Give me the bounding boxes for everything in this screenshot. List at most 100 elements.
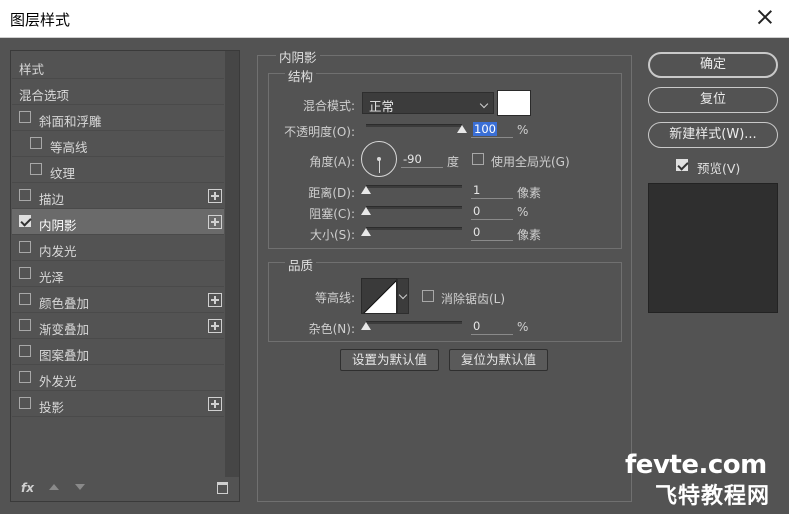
style-item-4[interactable]: 纹理 — [12, 157, 224, 183]
opacity-unit: % — [517, 123, 529, 137]
style-item-13[interactable]: 投影 — [12, 391, 224, 417]
style-item-checkbox[interactable] — [19, 215, 31, 227]
preview-label: 预览(V) — [697, 161, 741, 176]
ok-button[interactable]: 确定 — [648, 52, 778, 78]
style-item-label: 斜面和浮雕 — [39, 114, 102, 129]
choke-slider-handle[interactable] — [361, 207, 371, 215]
size-value: 0 — [473, 225, 481, 239]
opacity-slider[interactable] — [366, 124, 462, 127]
choke-unit: % — [517, 205, 529, 219]
style-item-1[interactable]: 混合选项 — [12, 79, 224, 105]
style-item-checkbox[interactable] — [30, 163, 42, 175]
quality-title: 品质 — [285, 255, 317, 274]
style-item-5[interactable]: 描边 — [12, 183, 224, 209]
style-item-label: 样式 — [19, 62, 45, 77]
distance-slider[interactable] — [366, 185, 462, 188]
style-item-checkbox[interactable] — [19, 189, 31, 201]
style-item-label: 内阴影 — [39, 218, 77, 233]
style-item-label: 投影 — [39, 400, 65, 415]
style-item-label: 图案叠加 — [39, 348, 90, 363]
chevron-down-icon — [479, 99, 489, 109]
style-item-6[interactable]: 内阴影 — [12, 209, 224, 235]
style-item-checkbox[interactable] — [19, 267, 31, 279]
style-item-checkbox[interactable] — [19, 293, 31, 305]
size-unit: 像素 — [517, 228, 542, 242]
anti-alias-checkbox[interactable] — [422, 290, 434, 302]
style-item-checkbox[interactable] — [19, 319, 31, 331]
distance-value: 1 — [473, 183, 481, 197]
contour-label: 等高线: — [314, 291, 355, 305]
style-item-checkbox[interactable] — [30, 137, 42, 149]
style-item-label: 渐变叠加 — [39, 322, 90, 337]
global-light-checkbox[interactable] — [472, 153, 484, 165]
angle-dial[interactable] — [361, 141, 397, 177]
style-item-checkbox[interactable] — [19, 111, 31, 123]
noise-input[interactable]: 0 — [471, 319, 513, 335]
reset-button[interactable]: 复位 — [648, 87, 778, 113]
noise-unit: % — [517, 320, 529, 334]
move-up-icon[interactable] — [49, 484, 59, 490]
choke-input[interactable]: 0 — [471, 204, 513, 220]
choke-label: 阻塞(C): — [309, 207, 355, 221]
style-item-9[interactable]: 颜色叠加 — [12, 287, 224, 313]
anti-alias-label: 消除锯齿(L) — [441, 292, 506, 306]
fx-icon[interactable]: fx — [21, 481, 34, 495]
style-item-7[interactable]: 内发光 — [12, 235, 224, 261]
style-item-0[interactable]: 样式 — [12, 53, 224, 79]
opacity-slider-handle[interactable] — [457, 125, 467, 133]
angle-center-dot — [377, 157, 381, 161]
style-list-panel: 样式混合选项斜面和浮雕等高线纹理描边内阴影内发光光泽 颜色叠加渐变叠加图案叠加外发… — [10, 50, 240, 502]
distance-unit: 像素 — [517, 186, 542, 200]
opacity-input[interactable]: 100 — [471, 122, 513, 138]
add-effect-icon[interactable] — [208, 319, 222, 333]
size-slider-handle[interactable] — [361, 228, 371, 236]
style-item-11[interactable]: 图案叠加 — [12, 339, 224, 365]
blend-mode-select[interactable]: 正常 — [362, 92, 494, 114]
style-item-checkbox[interactable] — [19, 345, 31, 357]
contour-preview[interactable] — [361, 278, 397, 314]
style-item-checkbox[interactable] — [19, 397, 31, 409]
style-item-label: 内发光 — [39, 244, 77, 259]
move-down-icon[interactable] — [75, 484, 85, 490]
distance-label: 距离(D): — [308, 186, 355, 200]
reset-default-button[interactable]: 复位为默认值 — [449, 349, 548, 371]
size-slider[interactable] — [366, 227, 462, 230]
style-item-12[interactable]: 外发光 — [12, 365, 224, 391]
noise-value: 0 — [473, 319, 481, 333]
add-effect-icon[interactable] — [208, 397, 222, 411]
trash-icon[interactable] — [217, 482, 228, 494]
make-default-button[interactable]: 设置为默认值 — [340, 349, 439, 371]
add-effect-icon[interactable] — [208, 189, 222, 203]
shadow-color-swatch[interactable] — [497, 90, 531, 116]
contour-curve-icon — [362, 279, 396, 313]
style-item-3[interactable]: 等高线 — [12, 131, 224, 157]
style-item-10[interactable]: 渐变叠加 — [12, 313, 224, 339]
preview-checkbox[interactable] — [676, 159, 688, 171]
blend-mode-label: 混合模式: — [302, 99, 355, 113]
style-item-checkbox[interactable] — [19, 241, 31, 253]
angle-unit: 度 — [447, 155, 460, 169]
new-style-button[interactable]: 新建样式(W)... — [648, 122, 778, 148]
size-input[interactable]: 0 — [471, 225, 513, 241]
style-item-2[interactable]: 斜面和浮雕 — [12, 105, 224, 131]
add-effect-icon[interactable] — [208, 215, 222, 229]
style-item-8[interactable]: 光泽 — [12, 261, 224, 287]
contour-dropdown-icon[interactable] — [397, 278, 409, 314]
choke-value: 0 — [473, 204, 481, 218]
distance-input[interactable]: 1 — [471, 183, 513, 199]
angle-value: -90 — [403, 152, 422, 166]
noise-slider-handle[interactable] — [361, 322, 371, 330]
choke-slider[interactable] — [366, 206, 462, 209]
style-list-scrollbar[interactable] — [225, 51, 239, 477]
style-item-label: 等高线 — [50, 140, 88, 155]
style-item-label: 外发光 — [39, 374, 77, 389]
opacity-value: 100 — [473, 122, 497, 136]
add-effect-icon[interactable] — [208, 293, 222, 307]
distance-slider-handle[interactable] — [361, 186, 371, 194]
noise-slider[interactable] — [366, 321, 462, 324]
style-item-label: 纹理 — [50, 166, 76, 181]
style-item-checkbox[interactable] — [19, 371, 31, 383]
angle-input[interactable]: -90 — [401, 152, 443, 168]
close-icon[interactable] — [755, 7, 775, 27]
style-item-label: 混合选项 — [19, 88, 70, 103]
